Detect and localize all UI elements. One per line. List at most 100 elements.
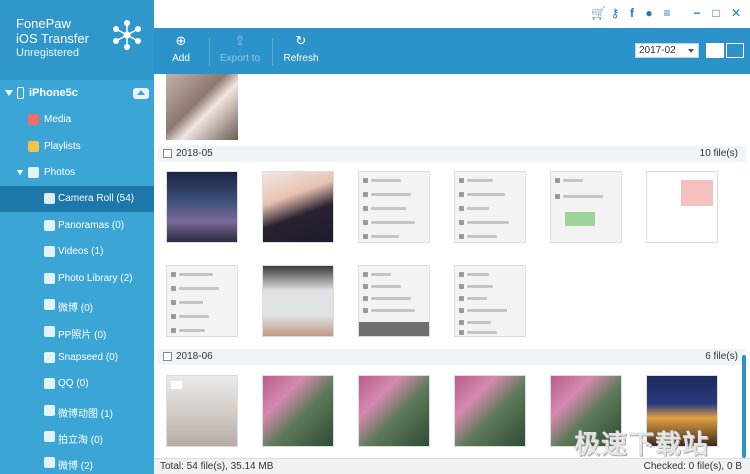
- album-icon: [44, 431, 55, 442]
- sidebar-item-qq[interactable]: QQ (0): [0, 371, 154, 397]
- group-checkbox[interactable]: [163, 352, 172, 361]
- album-icon: [44, 326, 55, 337]
- close-icon[interactable]: ✕: [730, 7, 742, 19]
- sidebar-item-label: PP照片 (0): [58, 330, 107, 341]
- video-thumbnail[interactable]: [166, 375, 238, 447]
- device-name: iPhone5c: [29, 87, 78, 99]
- scrollbar[interactable]: [742, 355, 746, 458]
- sidebar-item-media[interactable]: Media: [0, 107, 154, 133]
- facebook-icon[interactable]: f: [626, 7, 638, 19]
- sidebar-item-weibo-2[interactable]: 微博 (2): [0, 450, 154, 474]
- date-select-value: 2017-02: [639, 45, 676, 56]
- video-thumbnail[interactable]: [358, 265, 430, 337]
- refresh-icon: ↻: [295, 33, 307, 48]
- phone-icon: [17, 87, 24, 99]
- brand-header: FonePaw iOS Transfer Unregistered: [0, 0, 154, 80]
- photo-thumbnail[interactable]: [166, 265, 238, 337]
- chat-icon[interactable]: ●: [643, 7, 655, 19]
- photo-thumbnail[interactable]: [550, 171, 622, 243]
- sidebar-item-playlists[interactable]: Playlists: [0, 134, 154, 160]
- group-count: 10 file(s): [699, 148, 738, 159]
- group-count: 6 file(s): [705, 351, 738, 362]
- sidebar-item-label: Playlists: [44, 141, 81, 152]
- sidebar-item-label: QQ (0): [58, 378, 89, 389]
- photo-thumbnail[interactable]: [646, 171, 718, 243]
- sidebar-item-label: Photos: [44, 167, 76, 178]
- sidebar-item-label: 微博 (2): [58, 461, 93, 472]
- sidebar: FonePaw iOS Transfer Unregistered iPhone…: [0, 0, 154, 474]
- group-date: 2018-05: [176, 148, 213, 159]
- sidebar-item-snapseed[interactable]: Snapseed (0): [0, 345, 154, 371]
- list-view-button[interactable]: [726, 43, 744, 58]
- sidebar-item-photos[interactable]: Photos: [0, 160, 154, 186]
- cart-icon[interactable]: 🛒: [591, 7, 606, 19]
- sidebar-item-videos[interactable]: Videos (1): [0, 239, 154, 265]
- album-icon: [44, 273, 55, 284]
- group-date: 2018-06: [176, 351, 213, 362]
- photo-thumbnail[interactable]: [262, 265, 334, 337]
- watermark: 极速下载站: [574, 429, 710, 459]
- group-header: 2018-06 6 file(s): [158, 349, 746, 365]
- photo-thumbnail[interactable]: [358, 171, 430, 243]
- key-icon[interactable]: ⚷: [609, 7, 621, 19]
- sidebar-item-pailitao[interactable]: 拍立淘 (0): [0, 424, 154, 450]
- maximize-icon[interactable]: □: [710, 7, 722, 19]
- minimize-icon[interactable]: −: [691, 7, 703, 19]
- album-icon: [44, 405, 55, 416]
- photo-thumbnail[interactable]: [166, 171, 238, 243]
- sidebar-item-weibo-gif[interactable]: 微博动图 (1): [0, 398, 154, 424]
- toolbar: ⊕ Add ⇪ Export to ↻ Refresh 2017-02: [154, 28, 750, 74]
- refresh-label: Refresh: [283, 53, 319, 64]
- video-icon: [171, 381, 182, 389]
- date-select[interactable]: 2017-02: [635, 43, 699, 58]
- sidebar-item-photo-library[interactable]: Photo Library (2): [0, 266, 154, 292]
- collapse-arrow-icon[interactable]: [5, 90, 13, 96]
- album-icon: [44, 220, 55, 231]
- playlist-icon: [28, 141, 39, 152]
- photo-thumbnail[interactable]: [166, 74, 238, 140]
- sidebar-item-label: 拍立淘 (0): [58, 435, 103, 446]
- total-status: Total: 54 file(s), 35.14 MB: [160, 461, 274, 472]
- group-header: 2018-05 10 file(s): [158, 146, 746, 162]
- add-button[interactable]: ⊕ Add: [151, 34, 211, 70]
- grid-view-button[interactable]: [706, 43, 724, 58]
- export-icon: ⇪: [234, 33, 246, 48]
- chevron-down-icon: [688, 49, 694, 53]
- sidebar-item-label: 微博 (0): [58, 303, 93, 314]
- app-title: FonePaw iOS Transfer: [16, 16, 89, 46]
- sidebar-item-panoramas[interactable]: Panoramas (0): [0, 213, 154, 239]
- sidebar-item-label: Videos (1): [58, 246, 104, 257]
- checked-status: Checked: 0 file(s), 0 B: [643, 461, 742, 472]
- album-icon: [44, 352, 55, 363]
- album-icon: [44, 299, 55, 310]
- sidebar-item-weibo[interactable]: 微博 (0): [0, 292, 154, 318]
- registration-status: Unregistered: [16, 47, 79, 59]
- photo-thumbnail[interactable]: [454, 265, 526, 337]
- photo-thumbnail[interactable]: [358, 375, 430, 447]
- device-row[interactable]: iPhone5c: [0, 84, 154, 104]
- album-icon: [44, 246, 55, 257]
- photos-icon: [28, 167, 39, 178]
- expand-arrow-icon[interactable]: [17, 170, 23, 175]
- sidebar-item-camera-roll[interactable]: Camera Roll (54): [0, 186, 154, 212]
- sidebar-item-label: Photo Library (2): [58, 273, 133, 284]
- photo-thumbnail[interactable]: [262, 171, 334, 243]
- share-bar: [359, 322, 429, 336]
- menu-icon[interactable]: ≡: [661, 7, 673, 19]
- music-icon: [28, 114, 39, 125]
- add-label: Add: [172, 53, 190, 64]
- eject-icon[interactable]: [133, 88, 149, 99]
- sidebar-item-label: Panoramas (0): [58, 220, 125, 231]
- sidebar-item-pp-photos[interactable]: PP照片 (0): [0, 319, 154, 345]
- refresh-button[interactable]: ↻ Refresh: [271, 34, 331, 70]
- photo-grid: 2018-05 10 file(s) 2018-06 6 file(s): [154, 74, 750, 458]
- camera-icon: [44, 193, 55, 204]
- photo-thumbnail[interactable]: [454, 171, 526, 243]
- album-icon: [44, 457, 55, 468]
- export-button[interactable]: ⇪ Export to: [210, 34, 270, 70]
- group-checkbox[interactable]: [163, 149, 172, 158]
- app-logo-icon: [113, 20, 141, 50]
- photo-thumbnail[interactable]: [262, 375, 334, 447]
- photo-thumbnail[interactable]: [454, 375, 526, 447]
- sidebar-item-label: Snapseed (0): [58, 352, 119, 363]
